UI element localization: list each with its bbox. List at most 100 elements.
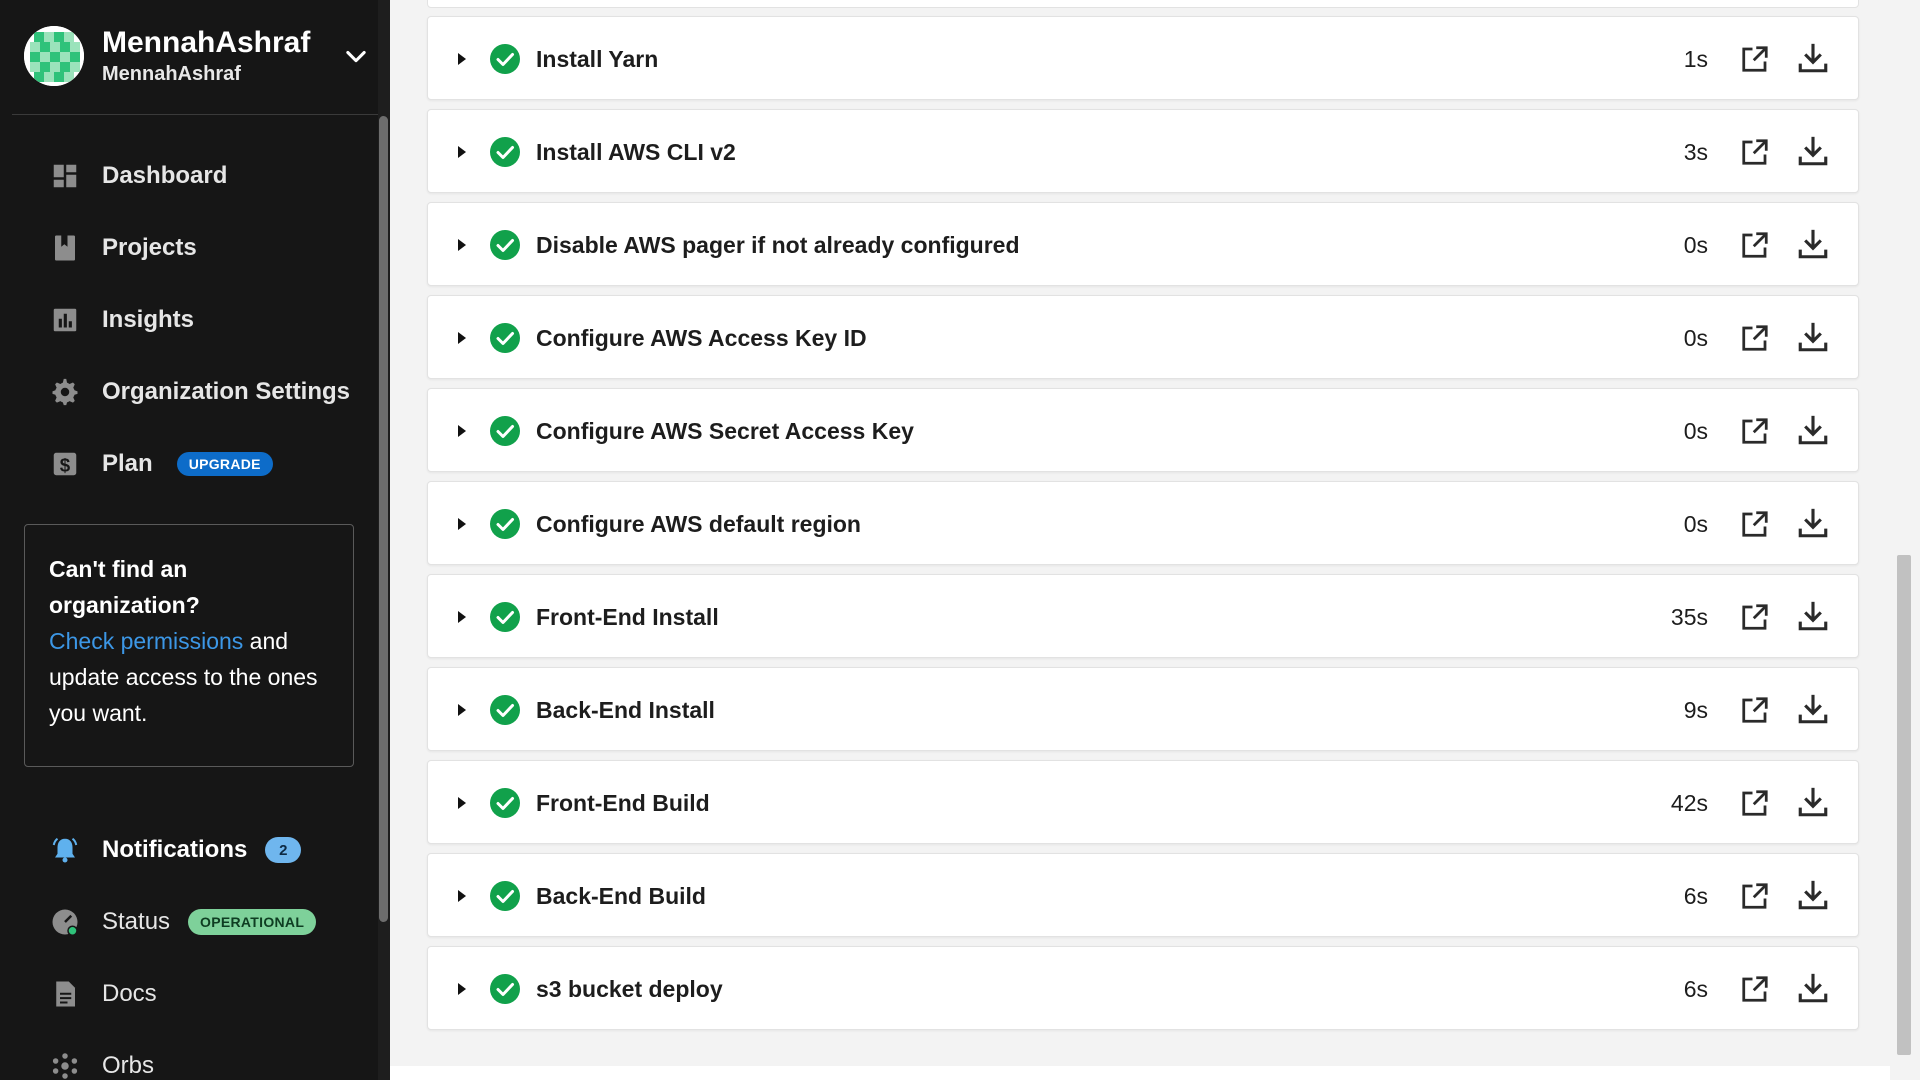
step-name: Install AWS CLI v2 [536,139,736,165]
step-name: Back-End Build [536,883,706,909]
download-icon[interactable] [1796,971,1830,1005]
step-name: Disable AWS pager if not already configu… [536,232,1020,258]
step-duration: 42s [1670,790,1708,816]
chevron-down-icon[interactable] [342,42,370,70]
download-icon[interactable] [1796,41,1830,75]
sidebar-scrollbar-thumb[interactable] [379,116,388,922]
step-row[interactable]: Install Yarn 1s [427,16,1859,100]
expand-caret-icon[interactable] [458,797,466,809]
download-icon[interactable] [1796,506,1830,540]
external-link-icon[interactable] [1740,788,1770,818]
orbs-icon [50,1051,80,1080]
expand-caret-icon[interactable] [458,239,466,251]
step-duration: 0s [1683,325,1708,351]
sidebar-item-projects[interactable]: Projects [0,212,378,284]
check-circle-icon [490,788,520,818]
previous-step-card [427,0,1859,8]
download-icon[interactable] [1796,692,1830,726]
user-switcher[interactable]: MennahAshraf MennahAshraf [24,24,370,88]
step-duration: 0s [1683,511,1708,537]
sidebar-item-label: Organization Settings [102,378,351,405]
step-row[interactable]: Back-End Install 9s [427,667,1859,751]
external-link-icon[interactable] [1740,230,1770,260]
download-icon[interactable] [1796,134,1830,168]
book-icon [50,233,80,263]
step-duration: 9s [1683,697,1708,723]
step-row[interactable]: Configure AWS Secret Access Key 0s [427,388,1859,472]
main-content: Install Yarn 1s Install AWS CLI v2 3s Disabl… [390,0,1890,1080]
org-help-title: Can't find an organization? [49,556,200,618]
step-name: Back-End Install [536,697,715,723]
check-circle-icon [490,137,520,167]
check-circle-icon [490,323,520,353]
dollar-icon: $ [50,449,80,479]
sidebar-nav-bottom: Notifications 2 Status OPERATIONAL Docs … [0,814,378,1080]
sidebar-item-insights[interactable]: Insights [0,284,378,356]
check-circle-icon [490,44,520,74]
external-link-icon[interactable] [1740,974,1770,1004]
step-duration: 3s [1683,139,1708,165]
download-icon[interactable] [1796,878,1830,912]
sidebar-item-dashboard[interactable]: Dashboard [0,140,378,212]
check-circle-icon [490,230,520,260]
sidebar-item-docs[interactable]: Docs [0,958,378,1030]
sidebar-item-status[interactable]: Status OPERATIONAL [0,886,378,958]
expand-caret-icon[interactable] [458,53,466,65]
step-row[interactable]: Disable AWS pager if not already configu… [427,202,1859,286]
expand-caret-icon[interactable] [458,983,466,995]
check-permissions-link[interactable]: Check permissions [49,628,243,654]
external-link-icon[interactable] [1740,881,1770,911]
expand-caret-icon[interactable] [458,332,466,344]
expand-caret-icon[interactable] [458,146,466,158]
notification-count-badge: 2 [265,837,302,863]
sidebar-item-notifications[interactable]: Notifications 2 [0,814,378,886]
external-link-icon[interactable] [1740,44,1770,74]
page-scrollbar-thumb[interactable] [1897,555,1911,1055]
step-row[interactable]: Install AWS CLI v2 3s [427,109,1859,193]
check-circle-icon [490,416,520,446]
check-circle-icon [490,602,520,632]
step-duration: 0s [1683,418,1708,444]
download-icon[interactable] [1796,320,1830,354]
step-row[interactable]: s3 bucket deploy 6s [427,946,1859,1030]
sidebar-item-orbs[interactable]: Orbs [0,1030,378,1080]
expand-caret-icon[interactable] [458,611,466,623]
step-row[interactable]: Back-End Build 6s [427,853,1859,937]
dashboard-icon [50,161,80,191]
expand-caret-icon[interactable] [458,704,466,716]
external-link-icon[interactable] [1740,137,1770,167]
document-icon [50,979,80,1009]
check-circle-icon [490,695,520,725]
external-link-icon[interactable] [1740,695,1770,725]
sidebar-item-organization-settings[interactable]: Organization Settings [0,356,378,428]
bottom-band [390,1066,1890,1080]
expand-caret-icon[interactable] [458,425,466,437]
step-duration: 1s [1683,46,1708,72]
download-icon[interactable] [1796,413,1830,447]
sidebar-divider [12,114,378,115]
bell-icon [50,835,80,865]
step-duration: 6s [1683,883,1708,909]
step-row[interactable]: Configure AWS default region 0s [427,481,1859,565]
download-icon[interactable] [1796,599,1830,633]
external-link-icon[interactable] [1740,509,1770,539]
svg-text:$: $ [60,455,71,476]
step-row[interactable]: Configure AWS Access Key ID 0s [427,295,1859,379]
external-link-icon[interactable] [1740,416,1770,446]
sidebar-item-plan[interactable]: $ Plan UPGRADE [0,428,378,500]
download-icon[interactable] [1796,785,1830,819]
step-row[interactable]: Front-End Install 35s [427,574,1859,658]
external-link-icon[interactable] [1740,323,1770,353]
sidebar-item-label: Docs [102,980,157,1007]
check-circle-icon [490,974,520,1004]
expand-caret-icon[interactable] [458,890,466,902]
step-name: Configure AWS Access Key ID [536,325,867,351]
step-name: Configure AWS Secret Access Key [536,418,914,444]
step-row[interactable]: Front-End Build 42s [427,760,1859,844]
step-name: Front-End Build [536,790,710,816]
download-icon[interactable] [1796,227,1830,261]
step-duration: 0s [1683,232,1708,258]
expand-caret-icon[interactable] [458,518,466,530]
upgrade-badge[interactable]: UPGRADE [176,452,273,476]
external-link-icon[interactable] [1740,602,1770,632]
